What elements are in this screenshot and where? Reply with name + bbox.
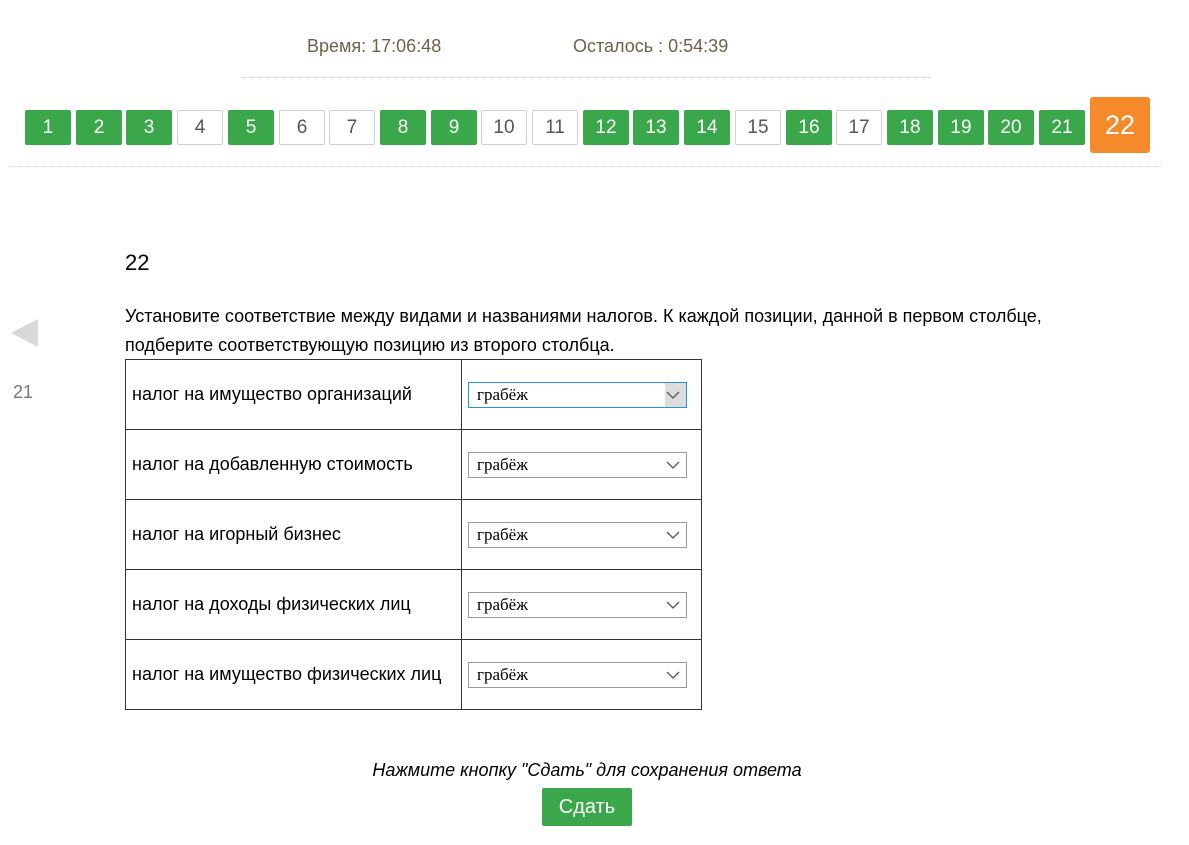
question-nav-button-9[interactable]: 9 xyxy=(431,110,477,145)
answer-select[interactable]: грабёж xyxy=(468,521,687,548)
tax-type-label: налог на доходы физических лиц xyxy=(125,569,462,640)
previous-question-number[interactable]: 21 xyxy=(13,382,33,403)
current-time: Время: 17:06:48 xyxy=(307,36,442,56)
answer-select-value: грабёж xyxy=(477,384,528,404)
answer-select[interactable]: грабёж xyxy=(468,661,687,688)
question-nav-button-12[interactable]: 12 xyxy=(583,110,629,145)
nav-divider xyxy=(10,166,1162,167)
chevron-down-icon xyxy=(666,391,680,399)
question-nav-button-22[interactable]: 22 xyxy=(1090,97,1150,153)
answer-cell: грабёж xyxy=(461,429,702,500)
chevron-down-icon xyxy=(666,671,680,679)
question-nav-button-19[interactable]: 19 xyxy=(938,110,984,145)
answer-select[interactable]: грабёж xyxy=(468,381,687,408)
answer-select-value: грабёж xyxy=(477,664,528,684)
tax-type-label: налог на игорный бизнес xyxy=(125,499,462,570)
submit-button[interactable]: Сдать xyxy=(542,788,632,826)
question-nav-button-11[interactable]: 11 xyxy=(532,110,578,145)
answer-cell: грабёж xyxy=(461,499,702,570)
tax-type-label: налог на имущество организаций xyxy=(125,359,462,430)
answer-cell: грабёж xyxy=(461,639,702,710)
question-nav-button-15[interactable]: 15 xyxy=(735,110,781,145)
matching-row: налог на имущество физических лиц грабёж xyxy=(125,639,702,710)
previous-question-arrow-icon[interactable] xyxy=(11,319,38,347)
tax-type-label: налог на добавленную стоимость xyxy=(125,429,462,500)
answer-cell: грабёж xyxy=(461,359,702,430)
question-nav-button-21[interactable]: 21 xyxy=(1039,110,1085,145)
chevron-down-icon xyxy=(666,601,680,609)
question-nav-button-20[interactable]: 20 xyxy=(988,110,1034,145)
answer-select-value: грабёж xyxy=(477,524,528,544)
tax-type-label: налог на имущество физических лиц xyxy=(125,639,462,710)
question-nav-button-14[interactable]: 14 xyxy=(684,110,730,145)
question-nav-button-13[interactable]: 13 xyxy=(633,110,679,145)
question-nav-button-18[interactable]: 18 xyxy=(887,110,933,145)
matching-row: налог на игорный бизнес грабёж xyxy=(125,499,702,570)
answer-select-value: грабёж xyxy=(477,594,528,614)
timer-divider xyxy=(242,77,931,78)
question-nav-button-17[interactable]: 17 xyxy=(836,110,882,145)
matching-row: налог на имущество организаций грабёж xyxy=(125,359,702,430)
question-nav-button-2[interactable]: 2 xyxy=(76,110,122,145)
answer-select-value: грабёж xyxy=(477,454,528,474)
answer-cell: грабёж xyxy=(461,569,702,640)
question-nav-button-3[interactable]: 3 xyxy=(126,110,172,145)
question-navigation: 1 2 3 4 5 6 7 8 9 10 11 12 13 14 15 16 17 18 19 20 21 22 xyxy=(25,97,1165,153)
question-number: 22 xyxy=(125,250,150,275)
question-nav-button-16[interactable]: 16 xyxy=(786,110,832,145)
question-nav-button-5[interactable]: 5 xyxy=(228,110,274,145)
chevron-down-icon xyxy=(666,461,680,469)
matching-row: налог на добавленную стоимость грабёж xyxy=(125,429,702,500)
answer-select[interactable]: грабёж xyxy=(468,591,687,618)
question-text: Установите соответствие между видами и н… xyxy=(125,306,1042,355)
question-nav-button-8[interactable]: 8 xyxy=(380,110,426,145)
chevron-down-icon xyxy=(666,531,680,539)
submit-hint: Нажмите кнопку "Сдать" для сохранения от… xyxy=(372,760,802,780)
answer-select[interactable]: грабёж xyxy=(468,451,687,478)
question-nav-button-4[interactable]: 4 xyxy=(177,110,223,145)
matching-row: налог на доходы физических лиц грабёж xyxy=(125,569,702,640)
question-nav-button-1[interactable]: 1 xyxy=(25,110,71,145)
matching-table: налог на имущество организаций грабёж нало… xyxy=(125,359,702,710)
question-nav-button-10[interactable]: 10 xyxy=(481,110,527,145)
question-nav-button-6[interactable]: 6 xyxy=(279,110,325,145)
time-remaining: Осталось : 0:54:39 xyxy=(573,36,729,56)
question-nav-button-7[interactable]: 7 xyxy=(329,110,375,145)
timer-bar: Время: 17:06:48 Осталось : 0:54:39 xyxy=(0,36,1189,60)
